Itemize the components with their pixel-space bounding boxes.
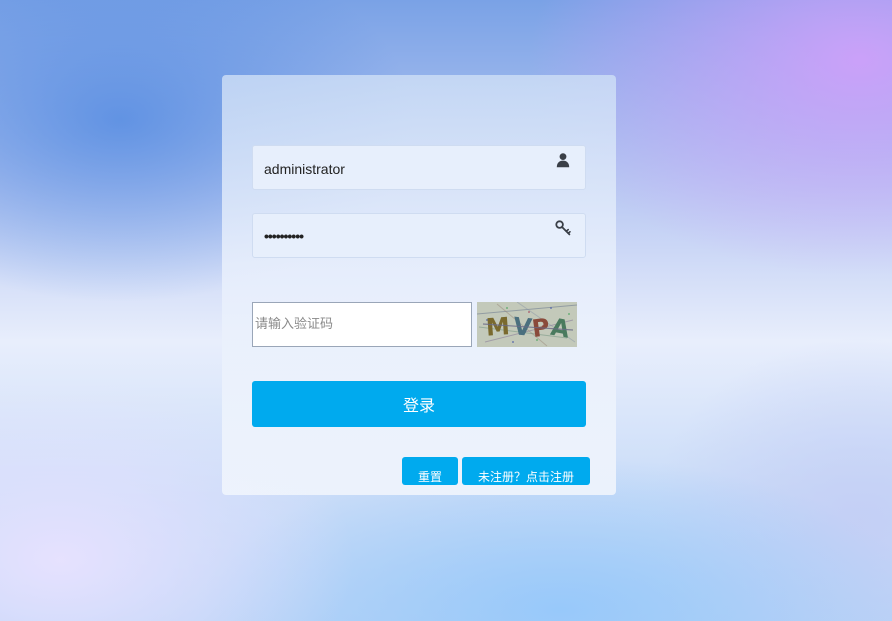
- login-button[interactable]: 登录: [252, 381, 586, 427]
- username-field[interactable]: administrator: [252, 145, 586, 190]
- password-field[interactable]: ••••••••••: [252, 213, 586, 258]
- svg-text:M: M: [485, 312, 511, 342]
- captcha-input[interactable]: [252, 302, 472, 347]
- user-icon: [555, 152, 571, 168]
- reset-button[interactable]: 重置: [402, 457, 458, 485]
- register-link-button[interactable]: 未注册？点击注册: [462, 457, 590, 485]
- login-panel: administrator •••••••••• 请输入验证码 M P A 登录…: [222, 75, 616, 495]
- key-icon: [555, 220, 571, 236]
- password-value[interactable]: ••••••••••: [264, 214, 304, 257]
- username-value[interactable]: administrator: [264, 146, 345, 189]
- captcha-image[interactable]: M V P A: [476, 301, 578, 347]
